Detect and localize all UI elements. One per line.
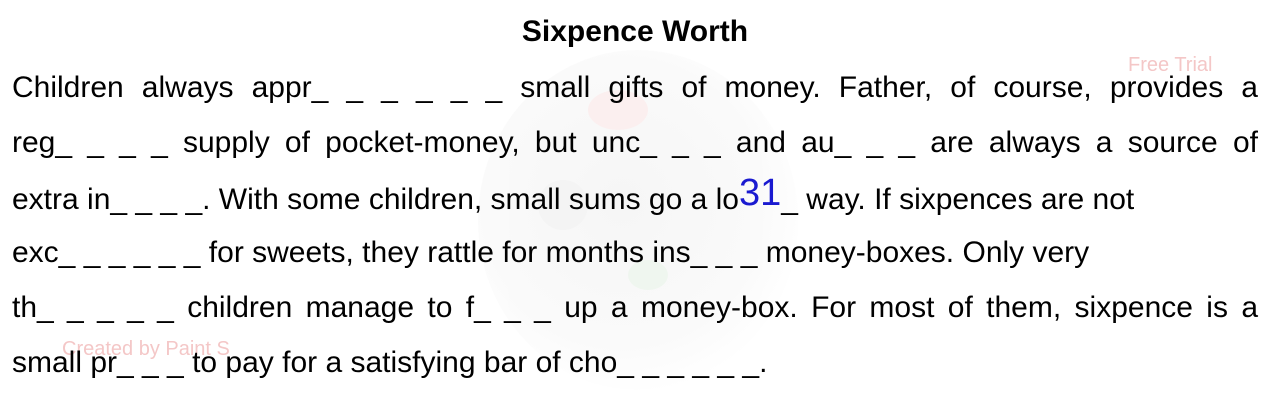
cloze-passage: Children always appr_ _ _ _ _ _ small gi… [12,60,1258,390]
passage-line-2: reg_ _ _ _ supply of pocket-money, but u… [12,126,1258,159]
passage-line-3-end: _ way. If sixpences are not [781,183,1135,216]
passage-line-3-start: extra in_ _ _ _. With some children, sma… [12,183,739,216]
passage-line-4: exc_ _ _ _ _ _ for sweets, they rattle f… [12,236,1090,269]
passage-line-6: small pr_ _ _ to pay for a satisfying ba… [12,346,768,379]
passage-line-5: th_ _ _ _ _ children manage to f_ _ _ up… [12,291,1258,324]
page-title: Sixpence Worth [521,15,749,48]
passage-line-1: Children always appr_ _ _ _ _ _ small gi… [12,71,1258,104]
page-number: 31 [738,172,782,214]
passage-line-3: extra in_ _ _ _. With some children, sma… [12,170,1258,225]
